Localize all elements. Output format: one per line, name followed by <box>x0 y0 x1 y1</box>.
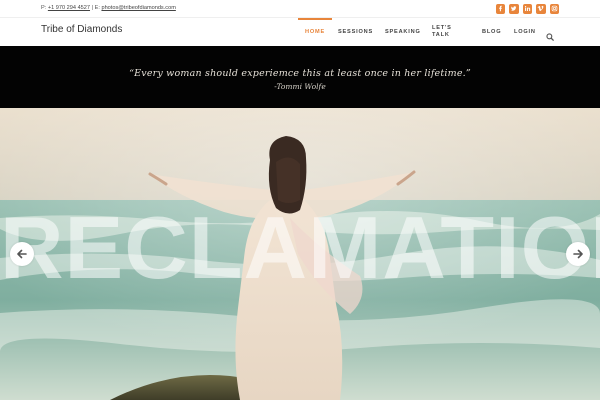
instagram-icon[interactable] <box>549 4 559 14</box>
nav-lets-talk-line2: TALK <box>432 32 450 38</box>
nav-lets-talk[interactable]: LET'S TALK <box>432 18 454 46</box>
arrow-left-icon <box>17 249 27 259</box>
nav-home[interactable]: HOME <box>298 18 332 46</box>
twitter-icon[interactable] <box>509 4 519 14</box>
main-nav: HOME SESSIONS SPEAKING LET'S TALK BLOG L… <box>0 18 600 46</box>
phone-link[interactable]: +1 970 294 4527 <box>48 5 90 11</box>
site-header: Tribe of Diamonds HOME SESSIONS SPEAKING… <box>0 18 600 46</box>
search-icon[interactable] <box>546 28 554 41</box>
slide-title: RECLAMATION <box>0 198 600 297</box>
contact-info: P: +1 970 294 4527 | E: photos@tribeofdi… <box>41 5 176 11</box>
slider-prev-button[interactable] <box>10 242 34 266</box>
nav-login[interactable]: LOGIN <box>514 18 536 46</box>
vimeo-icon[interactable] <box>536 4 546 14</box>
top-bar: P: +1 970 294 4527 | E: photos@tribeofdi… <box>0 0 600 18</box>
testimonial-quote: “Every woman should experiemce this at l… <box>129 68 471 79</box>
linkedin-icon[interactable] <box>522 4 532 14</box>
testimonial-author: -Tommi Wolfe <box>274 82 326 91</box>
email-link[interactable]: photos@tribeofdiamonds.com <box>101 5 175 11</box>
nav-blog[interactable]: BLOG <box>482 18 501 46</box>
nav-speaking[interactable]: SPEAKING <box>385 18 421 46</box>
phone-prefix: P: <box>41 5 47 11</box>
quote-banner: “Every woman should experiemce this at l… <box>0 46 600 108</box>
contact-separator: | <box>91 5 94 11</box>
arrow-right-icon <box>573 249 583 259</box>
social-links <box>495 4 559 14</box>
slider-next-button[interactable] <box>566 242 590 266</box>
nav-sessions[interactable]: SESSIONS <box>338 18 373 46</box>
facebook-icon[interactable] <box>495 4 505 14</box>
hero-slider: RECLAMATION <box>0 108 600 400</box>
email-prefix: E: <box>94 5 100 11</box>
nav-lets-talk-line1: LET'S <box>432 25 452 31</box>
